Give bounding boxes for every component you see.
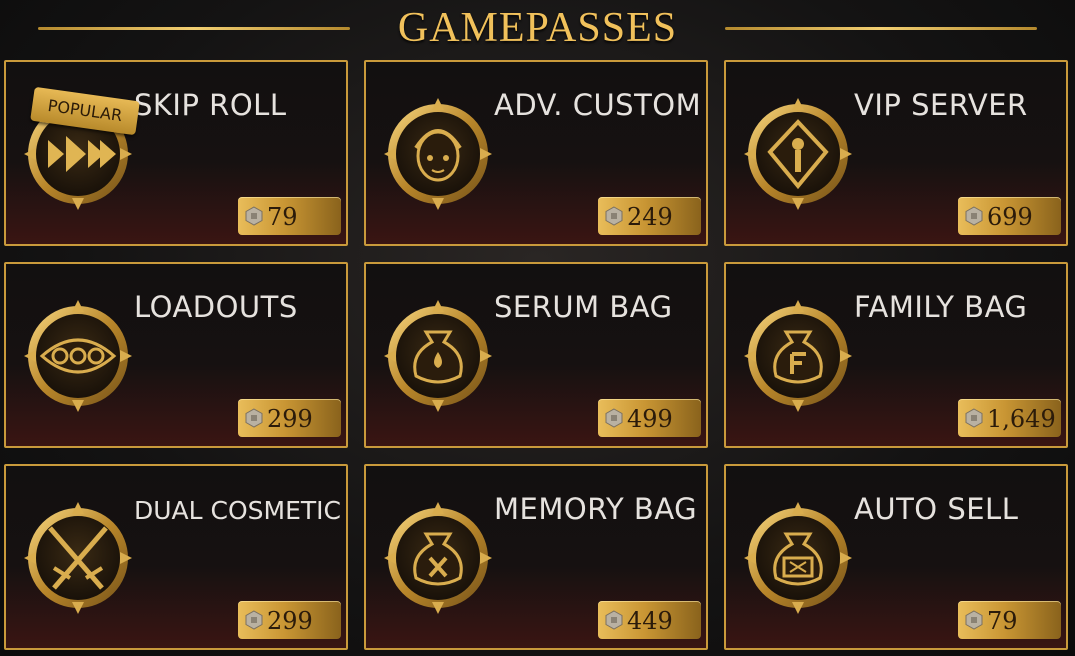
robux-icon: [965, 610, 983, 630]
gamepass-card-serum-bag[interactable]: SERUM BAG 499: [364, 262, 708, 448]
price-value: 249: [627, 203, 673, 231]
gamepass-card-memory-bag[interactable]: MEMORY BAG 449: [364, 464, 708, 650]
price-button[interactable]: 1,649: [958, 399, 1061, 437]
price-value: 449: [627, 607, 673, 635]
gamepass-title: VIP SERVER: [854, 88, 1028, 122]
price-value: 79: [267, 203, 298, 231]
robux-icon: [245, 610, 263, 630]
price-value: 79: [987, 607, 1018, 635]
gamepass-card-skip-roll[interactable]: SKIP ROLL POPULAR 79: [4, 60, 348, 246]
price-button[interactable]: 79: [238, 197, 341, 235]
price-value: 1,649: [987, 405, 1056, 433]
price-button[interactable]: 449: [598, 601, 701, 639]
gamepass-title: DUAL COSMETIC: [134, 496, 341, 525]
price-value: 699: [987, 203, 1033, 231]
gamepass-card-adv-custom[interactable]: ADV. CUSTOM 249: [364, 60, 708, 246]
price-button[interactable]: 79: [958, 601, 1061, 639]
robux-icon: [605, 610, 623, 630]
robux-icon: [965, 408, 983, 428]
robux-icon: [965, 206, 983, 226]
crossed-swords-icon: [24, 502, 132, 614]
gamepass-title: ADV. CUSTOM: [494, 88, 702, 122]
gamepass-card-auto-sell[interactable]: AUTO SELL 79: [724, 464, 1068, 650]
price-button[interactable]: 699: [958, 197, 1061, 235]
price-value: 299: [267, 405, 313, 433]
gamepass-title: MEMORY BAG: [494, 492, 698, 526]
gamepass-title: AUTO SELL: [854, 492, 1019, 526]
robux-icon: [245, 206, 263, 226]
price-button[interactable]: 499: [598, 399, 701, 437]
gamepass-card-family-bag[interactable]: FAMILY BAG 1,649: [724, 262, 1068, 448]
gamepass-card-dual-cosmetic[interactable]: DUAL COSMETIC 299: [4, 464, 348, 650]
character-face-icon: [384, 98, 492, 210]
gamepass-title: FAMILY BAG: [854, 290, 1028, 324]
price-button[interactable]: 249: [598, 197, 701, 235]
header: GAMEPASSES: [0, 0, 1075, 58]
robux-icon: [605, 206, 623, 226]
vip-crest-icon: [744, 98, 852, 210]
gamepass-card-vip-server[interactable]: VIP SERVER 699: [724, 60, 1068, 246]
robux-icon: [605, 408, 623, 428]
family-bag-icon: [744, 300, 852, 412]
price-button[interactable]: 299: [238, 399, 341, 437]
gamepass-title: LOADOUTS: [134, 290, 298, 324]
popular-badge-label: POPULAR: [46, 95, 124, 126]
header-divider-right: [725, 27, 1037, 30]
gamepass-title: SKIP ROLL: [134, 88, 287, 122]
auto-sell-bag-icon: [744, 502, 852, 614]
gamepass-title: SERUM BAG: [494, 290, 673, 324]
serum-bag-icon: [384, 300, 492, 412]
gamepass-card-loadouts[interactable]: LOADOUTS 299: [4, 262, 348, 448]
robux-icon: [245, 408, 263, 428]
memory-bag-icon: [384, 502, 492, 614]
price-value: 499: [627, 405, 673, 433]
loadout-slots-icon: [24, 300, 132, 412]
price-value: 299: [267, 607, 313, 635]
price-button[interactable]: 299: [238, 601, 341, 639]
